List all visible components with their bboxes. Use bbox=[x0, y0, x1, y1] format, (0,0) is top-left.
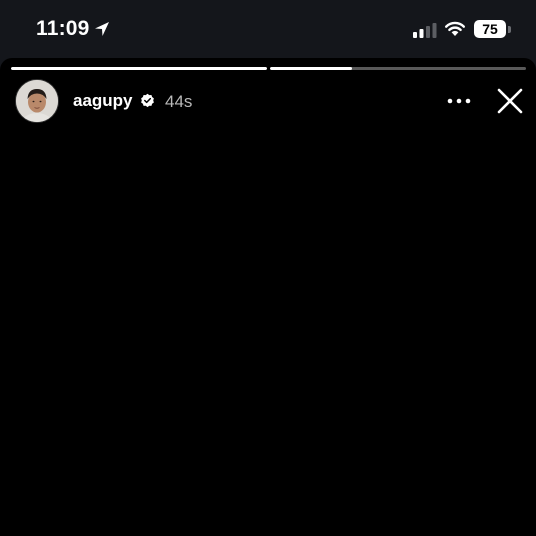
avatar-image bbox=[16, 80, 58, 122]
story-progress-fill bbox=[11, 67, 267, 70]
battery-level: 75 bbox=[482, 21, 498, 37]
story-progress-fill bbox=[270, 67, 352, 70]
battery-icon: 75 bbox=[474, 20, 506, 38]
wifi-icon bbox=[445, 21, 465, 36]
more-options-icon[interactable] bbox=[446, 96, 472, 106]
avatar[interactable] bbox=[15, 79, 59, 123]
story-timestamp: 44s bbox=[165, 92, 193, 111]
status-bar: 11:09 75 bbox=[0, 0, 536, 58]
story-username[interactable]: aagupy bbox=[73, 91, 133, 111]
battery-tip bbox=[508, 26, 511, 33]
status-time: 11:09 bbox=[36, 17, 90, 40]
close-icon[interactable] bbox=[497, 88, 523, 114]
story-progress-segment bbox=[270, 67, 526, 70]
cellular-signal-icon bbox=[413, 23, 437, 38]
story-progress-segment bbox=[11, 67, 267, 70]
verified-badge-icon bbox=[141, 93, 154, 108]
location-arrow-icon bbox=[95, 22, 109, 36]
story-viewer[interactable]: aagupy 44s bbox=[0, 58, 536, 536]
